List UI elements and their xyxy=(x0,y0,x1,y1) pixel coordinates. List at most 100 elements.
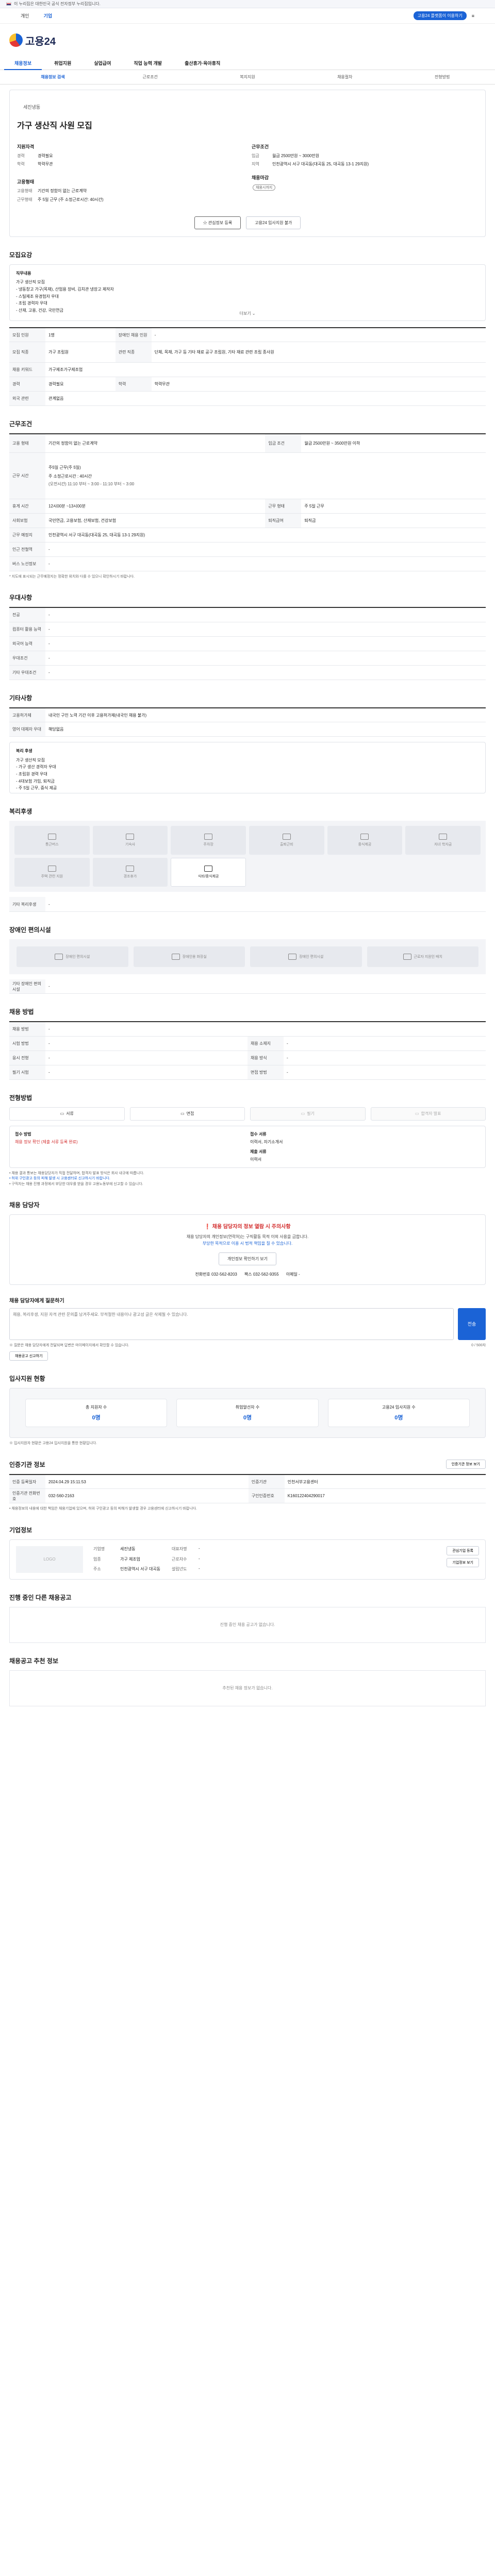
view-contact-button[interactable]: 개인정보 확인하기 보기 xyxy=(218,1252,277,1265)
etc-detail-heading: 복리 후생 xyxy=(16,749,32,754)
table-key: 우대조건 xyxy=(9,651,45,666)
menu-icon[interactable]: ≡ xyxy=(472,13,474,19)
lnb-item-search[interactable]: 채용정보 검색 xyxy=(4,74,102,80)
gnb-item-support[interactable]: 취업지원 xyxy=(44,60,81,66)
lnb-item-procedure[interactable]: 채용절차 xyxy=(296,74,393,80)
platform-button[interactable]: 고용24 플랫폼이 이용하기 xyxy=(413,11,467,20)
company-bookmark-button[interactable]: 관심기업 등록 xyxy=(447,1546,479,1555)
table-value: 관계없음 xyxy=(45,391,486,406)
qna-input[interactable] xyxy=(9,1308,454,1340)
org-info-button[interactable]: 인증기관 정보 보기 xyxy=(446,1460,486,1469)
local-nav: 채용정보 검색 근로조건 복지지원 채용절차 전형방법 xyxy=(0,70,495,84)
section-title-recruit: 모집요강 xyxy=(9,251,32,259)
step-label: 면접 xyxy=(186,1111,194,1116)
stat-card: 고용24 입사지원 수 0명 xyxy=(327,1399,470,1428)
disability-label: 장애인 편의시설 xyxy=(65,955,90,959)
tab-company[interactable]: 기업 xyxy=(44,12,53,19)
report-button[interactable]: 채용공고 신고하기 xyxy=(9,1351,48,1361)
table-value: - xyxy=(45,1065,248,1080)
welfare-label: 출퇴근비 xyxy=(279,843,293,847)
stat-card: 총 지원자 수 0명 xyxy=(25,1399,168,1428)
table-row: 필기 시험 - 면접 방법 - xyxy=(9,1065,486,1080)
company-name: 세진냉동 xyxy=(23,105,41,110)
deadline-badge: 채용시까지 xyxy=(253,184,276,191)
kv-key: 지역 xyxy=(252,162,259,167)
section-title-work: 근무조건 xyxy=(9,420,32,428)
qna-send-button[interactable]: 전송 xyxy=(458,1308,486,1340)
procedure-step-result: ▭ 합격자 발표 xyxy=(370,1107,486,1121)
table-value: - xyxy=(45,607,486,622)
table-key: 인증기관 xyxy=(248,1474,285,1489)
table-value: 주5일 근무(주 5일) 주 소정근로시간 : 40시간 (오전시간) 11:10 … xyxy=(45,452,486,499)
table-row: 고용허가제 내국인 구인 노력 기간 이후 고용허가제(내국인 채용 불가) xyxy=(9,707,486,723)
house-icon xyxy=(47,866,56,872)
welfare-card: 통근버스 xyxy=(14,826,90,855)
lnb-item-welfare[interactable]: 복지지원 xyxy=(199,74,296,80)
table-key: 임금 조건 xyxy=(265,434,302,453)
wheelchair-icon xyxy=(55,953,63,960)
lnb-item-method[interactable]: 전형방법 xyxy=(393,74,491,80)
field-key: 설립년도 xyxy=(172,1567,187,1572)
table-key: 채용 소재지 xyxy=(248,1036,284,1051)
company-card: LOGO 기업명 세진냉동 대표자명 - 업종 가구 제조업 근로자수 - 주소 인천광역… xyxy=(9,1539,486,1580)
table-key: 관련 직종 xyxy=(115,342,152,363)
table-key: 면접 방법 xyxy=(248,1065,284,1080)
conditions-heading: 근무조건 xyxy=(252,144,269,149)
bus-icon xyxy=(47,834,56,840)
stat-value: 0명 xyxy=(92,1415,101,1421)
section-title-org: 인증기관 정보 xyxy=(9,1461,45,1468)
table-key: 영어 대체자 우대 xyxy=(9,722,45,737)
table-row: 인증 등록일자 2024.04.29 15:11:53 인증기관 인천서부고용센터 xyxy=(9,1474,486,1489)
field-value: - xyxy=(199,1556,200,1561)
disability-card: 장애인용 화장실 xyxy=(133,946,245,967)
gnb-item-training[interactable]: 직업 능력 개발 xyxy=(123,60,172,66)
job-title: 가구 생산직 사원 모집 xyxy=(17,122,92,130)
table-key: 인증기관 전화번호 xyxy=(9,1488,45,1504)
table-row: 인근 전철역 - xyxy=(9,542,486,557)
welfare-card: 출퇴근비 xyxy=(249,826,324,855)
qna-note: ※ 질문은 채용 담당자에게 전달되며 답변은 마이페이지에서 확인할 수 있습… xyxy=(9,1343,129,1347)
table-key: 기타 복리후생 xyxy=(9,897,45,912)
company-info-button[interactable]: 기업정보 보기 xyxy=(447,1557,479,1567)
lnb-item-conditions[interactable]: 근로조건 xyxy=(102,74,199,80)
gnb-item-jobs[interactable]: 채용정보 xyxy=(4,57,42,70)
section-title-qual: 우대사항 xyxy=(9,594,32,602)
table-value: - xyxy=(284,1065,486,1080)
procedure-step-interview: ▭ 면접 xyxy=(129,1107,245,1121)
table-value: - xyxy=(45,1036,248,1051)
table-row: 모집 직종 가구 조립원 관련 직종 단체, 목재, 가구 등 기타 재료 공구 조립… xyxy=(9,342,486,363)
table-key: 경력 xyxy=(9,377,45,392)
duty-more-button[interactable]: 더보기 ⌄ xyxy=(239,310,255,317)
welfare-card: 주차장 xyxy=(171,826,246,855)
table-key: 시험 방법 xyxy=(9,1036,45,1051)
field-value: - xyxy=(199,1566,200,1571)
table-row: 전공 - xyxy=(9,607,486,622)
tab-personal[interactable]: 개인 xyxy=(21,12,29,19)
table-value: 학력무관 xyxy=(151,377,486,392)
table-key: 응시 전형 xyxy=(9,1050,45,1065)
table-key: 학력 xyxy=(115,377,152,392)
table-value: - xyxy=(45,1022,486,1037)
table-row: 근무 예정지 인천광역시 서구 대곡동(대곡동 25, 대곡동 13-1 29지원… xyxy=(9,528,486,543)
welfare-label: 중식제공 xyxy=(358,843,372,847)
table-value: - xyxy=(45,897,486,912)
welfare-card: 자녀 학자금 xyxy=(405,826,481,855)
welfare-card: 중식제공 xyxy=(327,826,403,855)
table-value: 12시00분 ~13시00분 xyxy=(45,499,266,514)
gnb-item-leave[interactable]: 출산휴가·육아휴직 xyxy=(174,60,230,66)
table-key: 버스 노선정보 xyxy=(9,556,45,571)
procedure-step-written: ▭ 필기 xyxy=(250,1107,366,1121)
gnb-item-benefit[interactable]: 실업급여 xyxy=(84,60,121,66)
org-table: 인증 등록일자 2024.04.29 15:11:53 인증기관 인천서부고용센터 인… xyxy=(9,1473,486,1504)
contact-row: 전화번호 032-562-8203 팩스 032-562-9355 이메일 - xyxy=(17,1272,478,1277)
procedure-step-document: ▭ 서류 xyxy=(9,1107,125,1121)
table-key: 외국어 능력 xyxy=(9,636,45,651)
welfare-label: 통근버스 xyxy=(45,843,59,847)
site-logo[interactable]: 고용24 xyxy=(9,33,56,48)
bookmark-button[interactable]: ☆ 관심정보 등록 xyxy=(194,216,241,229)
table-row: 모집 인원 1명 장애인 채용 인원 - xyxy=(9,327,486,343)
company-fields: 기업명 세진냉동 대표자명 - 업종 가구 제조업 근로자수 - 주소 인천광역시 서구 … xyxy=(93,1546,436,1573)
apply-disabled-button[interactable]: 고용24 입사지원 불가 xyxy=(246,216,301,229)
field-value: 인천광역시 서구 대곡동 xyxy=(120,1567,161,1572)
table-row: 경력 경력필요 학력 학력무관 xyxy=(9,377,486,392)
